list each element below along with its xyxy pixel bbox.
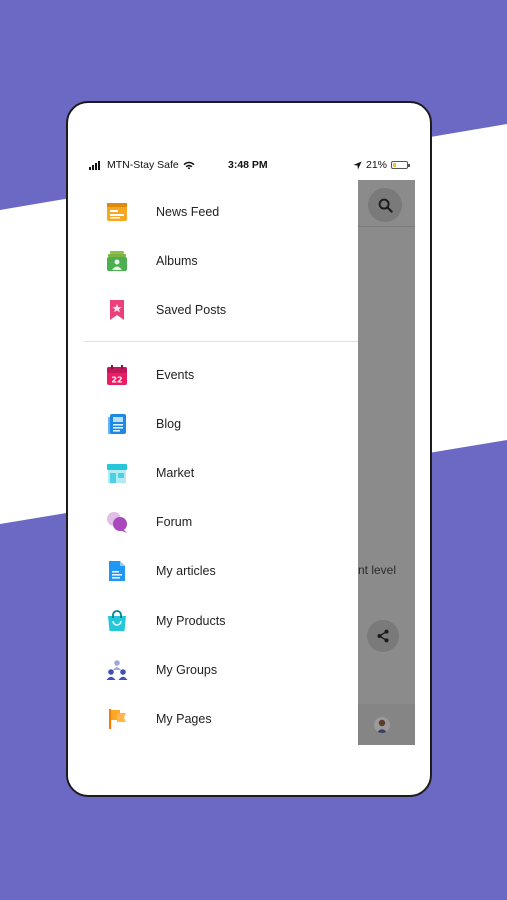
saved-posts-icon — [104, 297, 130, 323]
menu-item-blog[interactable]: Blog — [68, 401, 358, 447]
menu-item-my-groups[interactable]: My Groups — [68, 647, 358, 693]
groups-icon — [104, 657, 130, 683]
pages-icon — [104, 706, 130, 732]
drawer-divider — [84, 341, 358, 342]
menu-label-my-pages: My Pages — [156, 712, 212, 726]
menu-item-my-articles[interactable]: My articles — [68, 548, 358, 594]
market-icon — [104, 460, 130, 486]
menu-label-forum: Forum — [156, 515, 193, 529]
battery-icon — [391, 161, 410, 169]
menu-label-blog: Blog — [156, 417, 182, 431]
forum-icon — [104, 509, 130, 535]
share-button[interactable] — [367, 620, 399, 652]
menu-item-news-feed[interactable]: News Feed — [68, 189, 358, 235]
blog-icon — [104, 411, 130, 437]
menu-label-market: Market — [156, 466, 195, 480]
app-bar-divider — [358, 226, 415, 227]
search-button[interactable] — [368, 188, 402, 222]
share-icon — [377, 629, 389, 643]
battery-percent: 21% — [365, 159, 387, 171]
articles-icon — [104, 558, 130, 584]
menu-item-saved-posts[interactable]: Saved Posts — [68, 287, 358, 333]
events-icon: 22 — [104, 362, 130, 388]
status-bar: MTN-Stay Safe 3:48 PM 21% — [68, 159, 430, 175]
products-icon — [104, 608, 130, 634]
menu-label-saved-posts: Saved Posts — [156, 303, 227, 317]
menu-label-news-feed: News Feed — [156, 205, 220, 219]
albums-icon — [104, 248, 130, 274]
clock: 3:48 PM — [228, 159, 268, 171]
search-icon — [378, 198, 393, 213]
menu-item-my-products[interactable]: My Products — [68, 598, 358, 644]
menu-item-forum[interactable]: Forum — [68, 499, 358, 545]
avatar[interactable] — [374, 717, 390, 733]
menu-item-events[interactable]: 22 Events — [68, 352, 358, 398]
carrier-label: MTN-Stay Safe — [107, 159, 179, 171]
menu-item-albums[interactable]: Albums — [68, 238, 358, 284]
navigation-drawer: News Feed Albums Saved Posts 22 Events B… — [68, 180, 358, 780]
menu-label-my-products: My Products — [156, 614, 226, 628]
news-feed-icon — [104, 199, 130, 225]
background-app-overlay[interactable]: nt level — [358, 180, 415, 745]
menu-item-market[interactable]: Market — [68, 450, 358, 496]
menu-item-my-pages[interactable]: My Pages — [68, 696, 358, 742]
background-text-fragment: nt level — [358, 563, 397, 577]
battery-level — [393, 163, 396, 167]
user-avatar-icon — [376, 719, 388, 733]
svg-text:22: 22 — [111, 376, 122, 385]
menu-label-events: Events — [156, 368, 195, 382]
phone-frame: MTN-Stay Safe 3:48 PM 21% nt level News … — [66, 101, 432, 797]
menu-label-my-articles: My articles — [156, 564, 216, 578]
menu-label-my-groups: My Groups — [156, 663, 218, 677]
signal-icon — [89, 160, 100, 170]
location-arrow-icon — [353, 160, 362, 170]
menu-label-albums: Albums — [156, 254, 198, 268]
wifi-icon — [183, 161, 195, 169]
